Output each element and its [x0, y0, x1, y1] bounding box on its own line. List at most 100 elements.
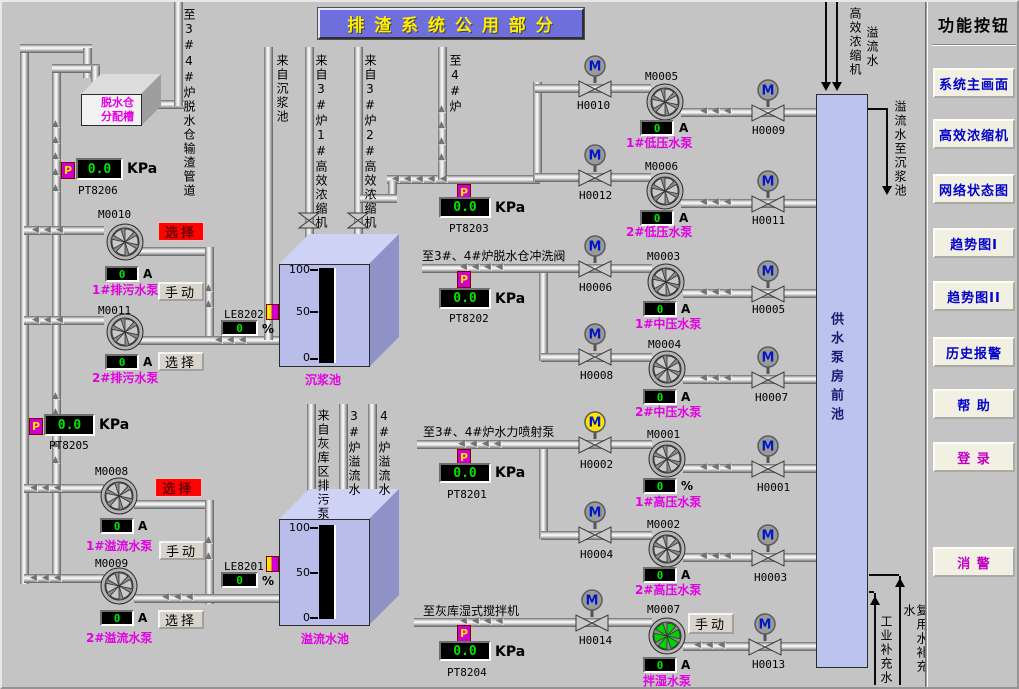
unit: A: [143, 267, 152, 281]
manual-button-m0010[interactable]: 手动: [158, 282, 204, 301]
flow-arrows: ▲▲▲▲: [438, 105, 445, 162]
valve-tag: H0010: [577, 99, 610, 112]
sidebar-button-trend-1[interactable]: 趋势图I: [933, 228, 1015, 258]
pump-m0004[interactable]: [648, 350, 686, 392]
flow-down-icon: [821, 82, 831, 91]
pump-m0005[interactable]: [646, 83, 684, 125]
svg-text:M: M: [762, 351, 775, 366]
valve-h0013[interactable]: M: [746, 612, 784, 662]
valve-h0003[interactable]: M: [749, 523, 787, 573]
scale-label: 100: [286, 521, 310, 534]
pipe: [264, 47, 273, 340]
valve-h0002[interactable]: M: [576, 410, 614, 460]
select-button-m0010[interactable]: 选择: [158, 222, 204, 241]
distribution-box: 脱水仓分配槽: [81, 94, 142, 126]
pipe: [136, 247, 214, 256]
sidebar-button-alarm-history[interactable]: 历史报警: [933, 337, 1015, 367]
pump-amps: 0: [105, 266, 139, 282]
pump-m0010[interactable]: [106, 223, 144, 265]
valve-tag: H0006: [579, 281, 612, 294]
pipe-label: 工业补充水: [879, 615, 892, 685]
valve-tag: H0008: [580, 369, 613, 382]
pump-m0007[interactable]: [648, 617, 686, 659]
pt-tag: PT8203: [449, 222, 489, 235]
makeup-line: [899, 576, 901, 685]
valve-h0010[interactable]: M: [576, 54, 614, 104]
pump-amps: 0: [100, 518, 134, 534]
select-button-m0009[interactable]: 选择: [158, 610, 204, 629]
pump-m0003[interactable]: [647, 263, 685, 305]
svg-text:M: M: [589, 60, 602, 75]
valve-h0007[interactable]: M: [749, 345, 787, 395]
svg-text:M: M: [586, 594, 599, 609]
settling-tank-label: 沉浆池: [305, 371, 341, 388]
sidebar-button-concentrator[interactable]: 高效浓缩机: [933, 119, 1015, 149]
pump-tag: M0005: [645, 70, 678, 83]
pipe-label: 至3#、4#炉脱水仓冲洗阀: [422, 247, 565, 264]
select-button-m0008[interactable]: 选择: [155, 478, 202, 497]
pump-name: 1#高压水泵: [635, 493, 701, 510]
pump-tag: M0011: [98, 304, 131, 317]
pipe: [20, 44, 92, 53]
sidebar-button-trend-2[interactable]: 趋势图II: [933, 281, 1015, 311]
flow-down-icon: [882, 186, 892, 195]
unit: A: [679, 121, 688, 135]
sidebar-button-network-status[interactable]: 网络状态图: [933, 174, 1015, 204]
pump-m0002[interactable]: [648, 530, 686, 572]
valve-h0006[interactable]: M: [576, 234, 614, 284]
valve-h0001[interactable]: M: [749, 434, 787, 484]
forebay-tank-label: 供水泵房前池: [829, 312, 842, 426]
flow-arrows: ◀◀◀: [694, 641, 725, 650]
unit: KPa: [127, 161, 157, 177]
valve-tag: H0001: [757, 481, 790, 494]
select-button-m0011[interactable]: 选择: [158, 352, 204, 371]
pump-tag: M0007: [647, 603, 680, 616]
pump-tag: M0004: [648, 338, 681, 351]
svg-text:M: M: [589, 328, 602, 343]
pipe-label: 高效浓缩机: [848, 7, 861, 77]
pipe: [368, 404, 377, 502]
pipe: [134, 594, 282, 603]
pipe-label: 至3#4#炉脱水仓输渣管道: [182, 8, 195, 198]
pump-name: 1#排污水泵: [92, 281, 158, 298]
valve-tag: H0005: [752, 303, 785, 316]
pump-name: 1#低压水泵: [626, 134, 692, 151]
sidebar-button-main-screen[interactable]: 系统主画面: [933, 68, 1015, 98]
unit: A: [138, 611, 147, 625]
tick: [310, 617, 318, 619]
unit: KPa: [495, 644, 525, 660]
valve-h0005[interactable]: M: [749, 259, 787, 309]
sidebar-button-silence-alarm[interactable]: 消 警: [933, 547, 1015, 577]
flow-arrows: ◀◀◀: [700, 374, 731, 383]
valve-tag: H0013: [752, 658, 785, 671]
manual-button-m0007[interactable]: 手动: [688, 613, 734, 634]
pump-m0009[interactable]: [100, 567, 138, 609]
pressure-icon: P: [457, 625, 471, 642]
valve-h0014[interactable]: M: [573, 588, 611, 638]
pipe: [417, 440, 652, 449]
flow-arrows: ◀◀◀: [700, 463, 731, 472]
flow-up-icon: [895, 578, 905, 587]
pump-m0008[interactable]: [100, 477, 138, 519]
pump-m0011[interactable]: [106, 313, 144, 355]
valve-h0008[interactable]: M: [576, 322, 614, 372]
svg-text:M: M: [589, 416, 602, 431]
le8201-value: 0: [221, 572, 258, 588]
manual-button-m0008[interactable]: 手动: [159, 541, 205, 560]
pump-amps: 0: [105, 354, 139, 370]
flow-arrows: ◀◀◀: [700, 552, 731, 561]
unit: KPa: [495, 465, 525, 481]
sidebar-button-login[interactable]: 登 录: [933, 442, 1015, 472]
pump-m0006[interactable]: [646, 172, 684, 214]
pump-m0001[interactable]: [648, 440, 686, 482]
valve-h0012[interactable]: M: [576, 143, 614, 193]
makeup-line: [874, 593, 876, 685]
pipe-label: 来自3#炉1#高效浓缩机: [314, 54, 327, 230]
valve-h0011[interactable]: M: [749, 169, 787, 219]
pt8201-value: 0.0: [439, 463, 491, 483]
flow-arrows: ◀◀◀: [700, 107, 731, 116]
valve-h0009[interactable]: M: [749, 78, 787, 128]
valve-tag: H0009: [752, 124, 785, 137]
valve-h0004[interactable]: M: [576, 500, 614, 550]
sidebar-button-help[interactable]: 帮 助: [933, 389, 1015, 419]
